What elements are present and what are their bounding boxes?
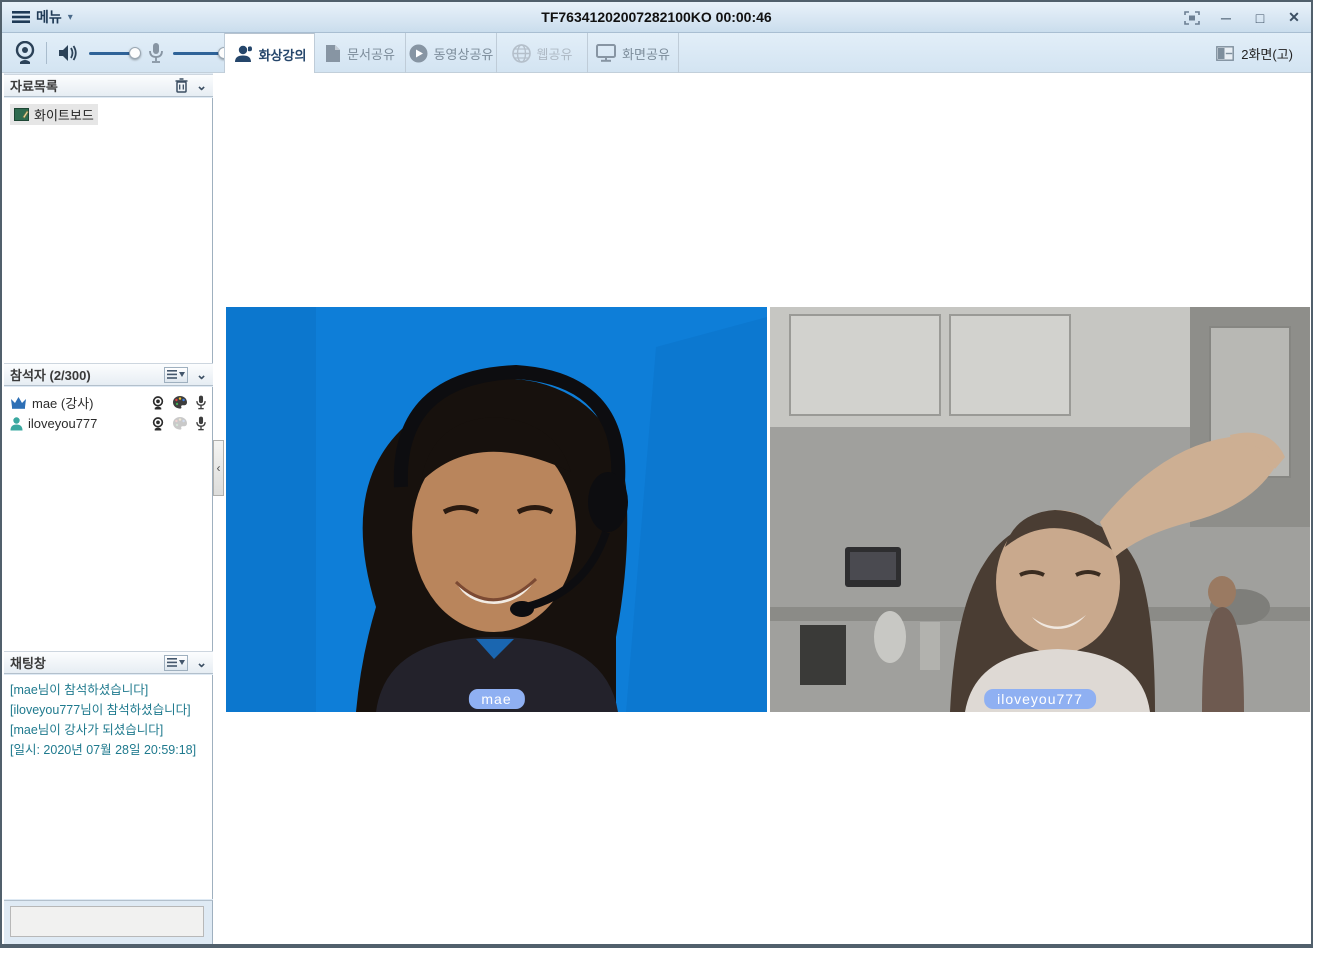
- person-icon: [10, 417, 23, 431]
- tab-label: 동영상공유: [434, 44, 494, 63]
- mic-slider[interactable]: [173, 52, 224, 55]
- caret-down-icon: ▾: [68, 12, 73, 23]
- mic-icon[interactable]: [196, 416, 206, 431]
- materials-list: 화이트보드: [4, 98, 213, 363]
- participant-row[interactable]: iloveyou777: [4, 413, 212, 434]
- palette-icon[interactable]: [173, 396, 187, 409]
- play-circle-icon: [409, 44, 428, 63]
- fullscreen-button[interactable]: [1183, 9, 1201, 27]
- mic-icon[interactable]: [149, 42, 163, 64]
- material-item-label: 화이트보드: [34, 105, 94, 124]
- tab-document-share[interactable]: 문서공유: [315, 33, 406, 73]
- tab-web-share[interactable]: 웹공유: [497, 33, 588, 73]
- fullscreen-icon: [1184, 11, 1200, 25]
- video-feed-mae: mae: [226, 307, 767, 712]
- person-video-icon: [233, 44, 253, 64]
- tab-label: 문서공유: [347, 44, 395, 63]
- mic-icon[interactable]: [196, 395, 206, 410]
- participants-panel-header: 참석자 (2/300) ⌄: [4, 363, 213, 386]
- titlebar: 메뉴 ▾ TF76341202007282100KO 00:00:46 ─ □ …: [2, 2, 1311, 33]
- tab-label: 화면공유: [622, 44, 670, 63]
- materials-panel-header: 자료목록 ⌄: [4, 74, 213, 97]
- hamburger-icon: [12, 10, 30, 24]
- webcam-icon[interactable]: [14, 41, 36, 65]
- globe-icon: [512, 44, 531, 63]
- video-name-label: iloveyou777: [984, 689, 1096, 709]
- tab-media-share[interactable]: 동영상공유: [406, 33, 497, 73]
- window-controls: ─ □ ✕: [1183, 2, 1303, 33]
- participants-options-button[interactable]: [164, 367, 188, 383]
- chat-message: [mae님이 강사가 되셨습니다]: [10, 720, 206, 740]
- chevron-down-icon[interactable]: ⌄: [196, 370, 207, 380]
- video-scene-iloveyou777: [770, 307, 1310, 712]
- caret-down-icon: [179, 660, 185, 665]
- chat-message: [iloveyou777님이 참석하셨습니다]: [10, 700, 206, 720]
- material-item-whiteboard[interactable]: 화이트보드: [10, 104, 98, 125]
- chevron-left-icon: ‹: [217, 461, 221, 475]
- tab-video-lecture[interactable]: 화상강의: [224, 33, 315, 74]
- tab-label: 웹공유: [537, 44, 573, 63]
- volume-slider[interactable]: [89, 52, 140, 55]
- chat-panel-header: 채팅창 ⌄: [4, 651, 213, 674]
- webcam-icon[interactable]: [152, 396, 164, 410]
- video-name-label: mae: [468, 689, 524, 709]
- maximize-button[interactable]: □: [1251, 9, 1269, 27]
- chevron-down-icon[interactable]: ⌄: [196, 658, 207, 668]
- tab-screen-share[interactable]: 화면공유: [588, 33, 679, 73]
- chat-input[interactable]: [10, 906, 204, 937]
- sidebar: 자료목록 ⌄: [4, 73, 213, 944]
- trash-icon[interactable]: [175, 78, 188, 93]
- participants-panel-title: 참석자 (2/300): [10, 365, 164, 384]
- split-screen-icon: [1216, 46, 1234, 61]
- sidebar-collapse-handle[interactable]: ‹: [213, 440, 224, 496]
- volume-slider-knob[interactable]: [129, 47, 141, 59]
- window-title: TF76341202007282100KO 00:00:46: [2, 9, 1311, 25]
- av-toolbar: [2, 33, 224, 73]
- top-strip: 화상강의 문서공유 동영상공유: [2, 33, 1311, 73]
- chat-message-area: [mae님이 참석하셨습니다] [iloveyou777님이 참석하셨습니다] …: [4, 675, 213, 899]
- view-mode-button[interactable]: 2화면(고): [1208, 39, 1301, 67]
- participant-name: mae (강사): [32, 393, 152, 412]
- video-scene-mae: [226, 307, 767, 712]
- participant-name: iloveyou777: [28, 416, 152, 431]
- speaker-icon[interactable]: [57, 43, 79, 63]
- list-menu-icon: [167, 370, 177, 379]
- whiteboard-icon: [14, 108, 29, 121]
- screen: 메뉴 ▾ TF76341202007282100KO 00:00:46 ─ □ …: [0, 0, 1322, 955]
- main-content: mae: [224, 73, 1311, 944]
- tab-label: 화상강의: [259, 45, 307, 64]
- materials-panel-title: 자료목록: [10, 76, 175, 95]
- close-button[interactable]: ✕: [1285, 9, 1303, 27]
- chat-options-button[interactable]: [164, 655, 188, 671]
- crown-icon: [10, 396, 27, 409]
- list-menu-icon: [167, 658, 177, 667]
- webcam-icon[interactable]: [152, 417, 164, 431]
- chat-input-zone: [4, 900, 213, 944]
- menu-label: 메뉴: [36, 7, 62, 27]
- minimize-button[interactable]: ─: [1217, 9, 1235, 27]
- participant-row[interactable]: mae (강사): [4, 392, 212, 413]
- participants-list: mae (강사): [4, 387, 213, 651]
- app-window: 메뉴 ▾ TF76341202007282100KO 00:00:46 ─ □ …: [0, 0, 1313, 948]
- tab-bar: 화상강의 문서공유 동영상공유: [224, 33, 679, 73]
- view-mode-label: 2화면(고): [1241, 44, 1293, 63]
- chat-panel-title: 채팅창: [10, 653, 164, 672]
- toolbar-divider: [46, 42, 47, 64]
- chat-message: [일시: 2020년 07월 28일 20:59:18]: [10, 740, 206, 760]
- video-feed-iloveyou777: iloveyou777: [770, 307, 1310, 712]
- document-icon: [325, 44, 341, 63]
- chevron-down-icon[interactable]: ⌄: [196, 81, 207, 91]
- palette-icon[interactable]: [173, 417, 187, 430]
- chat-message: [mae님이 참석하셨습니다]: [10, 680, 206, 700]
- monitor-icon: [596, 44, 616, 62]
- menu-button[interactable]: 메뉴 ▾: [2, 2, 83, 32]
- caret-down-icon: [179, 372, 185, 377]
